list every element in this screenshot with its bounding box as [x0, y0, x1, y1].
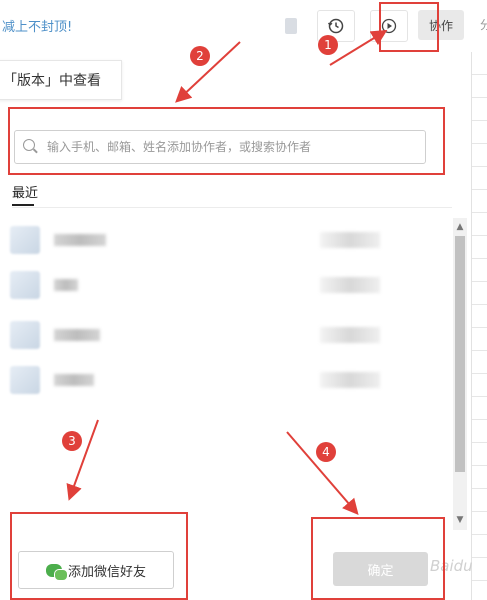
annotation-badge-1: 1: [318, 35, 338, 55]
annotation-badge-3: 3: [62, 431, 82, 451]
avatar: [10, 226, 40, 254]
divider: [12, 207, 452, 208]
avatar: [10, 366, 40, 394]
share-button[interactable]: 分: [480, 16, 487, 33]
list-item[interactable]: ██████: [10, 220, 450, 260]
version-tooltip: 「版本」中查看: [0, 60, 122, 100]
recent-tab[interactable]: 最近: [12, 182, 38, 201]
permission-selector[interactable]: [320, 277, 380, 293]
history-icon: [327, 18, 344, 34]
scroll-up-icon[interactable]: ▲: [453, 220, 467, 234]
contact-name: ███: [54, 279, 78, 291]
scroll-down-icon[interactable]: ▼: [453, 513, 467, 527]
contact-name: ████: [54, 374, 94, 386]
avatar: [10, 271, 40, 299]
avatar: [10, 321, 40, 349]
annotation-box-1: [379, 2, 439, 52]
list-item[interactable]: ███: [10, 265, 450, 305]
list-item[interactable]: ████: [10, 360, 450, 400]
list-item[interactable]: █████: [10, 315, 450, 355]
promo-banner[interactable]: 减上不封顶!: [2, 16, 72, 35]
spreadsheet-background: [471, 52, 487, 600]
annotation-box-3: [10, 512, 188, 600]
permission-selector[interactable]: [320, 372, 380, 388]
annotation-box-4: [311, 517, 445, 600]
recent-tab-indicator: [12, 204, 34, 206]
annotation-box-2: [8, 107, 445, 175]
permission-selector[interactable]: [320, 327, 380, 343]
annotation-badge-2: 2: [190, 46, 210, 66]
document-icon: [285, 18, 297, 34]
annotation-badge-4: 4: [316, 442, 336, 462]
permission-selector[interactable]: [320, 232, 380, 248]
contact-name: ██████: [54, 234, 106, 246]
scrollbar-thumb[interactable]: [455, 236, 465, 472]
contact-name: █████: [54, 329, 100, 341]
